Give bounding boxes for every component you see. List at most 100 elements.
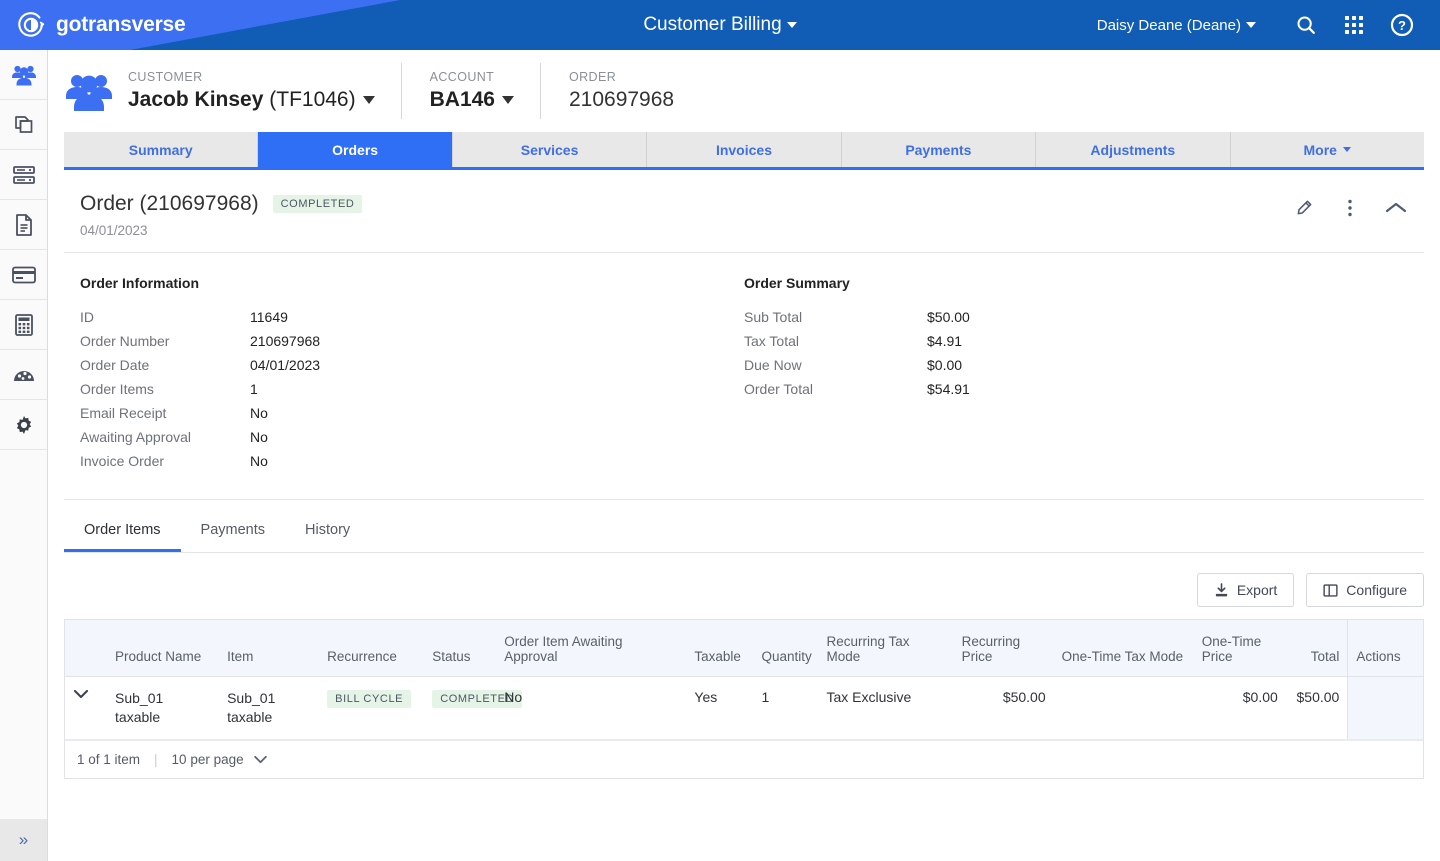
export-download-icon	[1215, 582, 1227, 596]
sidebar-item-calculator[interactable]	[0, 300, 47, 350]
col-item[interactable]: Item	[219, 620, 320, 677]
col-total[interactable]: Total	[1285, 620, 1348, 677]
col-one-time-tax-mode[interactable]: One-Time Tax Mode	[1053, 620, 1194, 677]
info-value: 1	[250, 381, 258, 397]
info-row: Email Receipt No	[80, 401, 744, 425]
subtab-order-items[interactable]: Order Items	[64, 514, 181, 552]
recurrence-badge: BILL CYCLE	[327, 689, 412, 708]
col-order-item-awaiting-approval[interactable]: Order Item Awaiting Approval	[496, 620, 687, 677]
summary-row: Tax Total $4.91	[744, 329, 1408, 353]
app-title-text[interactable]: Customer Billing	[643, 14, 781, 36]
servers-icon	[12, 165, 35, 184]
tab-label: Invoices	[715, 141, 772, 158]
col-one-time-price[interactable]: One-Time Price	[1193, 620, 1286, 677]
cell-total: $50.00	[1285, 676, 1348, 740]
info-key: Invoice Order	[80, 453, 165, 469]
account-selector[interactable]: ACCOUNT BA146	[402, 63, 541, 119]
tab-adjustments[interactable]: Adjustments	[1036, 132, 1231, 167]
page-title: Order (210697968)	[80, 192, 259, 215]
col-recurrence[interactable]: Recurrence	[319, 620, 425, 677]
info-row: Order Date 04/01/2023	[80, 353, 744, 377]
subtab-history[interactable]: History	[285, 514, 370, 552]
order-context: ORDER 210697968	[541, 70, 700, 112]
export-button[interactable]: Export	[1196, 573, 1295, 607]
configure-button[interactable]: Configure	[1306, 573, 1424, 607]
cell-one-time-tax-mode	[1053, 676, 1194, 740]
tab-payments[interactable]: Payments	[841, 132, 1037, 167]
cell-awaiting-approval: No	[496, 676, 687, 740]
sidebar-item-servers[interactable]	[0, 150, 47, 200]
dashboard-icon	[13, 370, 34, 381]
summary-row: Sub Total $50.00	[744, 305, 1408, 329]
order-action-buttons	[1292, 192, 1408, 220]
customer-name: Jacob Kinsey	[128, 88, 264, 111]
tab-label: Adjustments	[1090, 141, 1176, 158]
apps-grid-icon[interactable]	[1330, 0, 1378, 50]
help-icon[interactable]: ?	[1378, 0, 1426, 50]
chevron-down-icon	[253, 755, 267, 763]
col-recurring-tax-mode[interactable]: Recurring Tax Mode	[818, 620, 954, 677]
order-information-block: Order Information ID 11649 Order Number 21…	[80, 275, 744, 473]
col-expand	[65, 620, 108, 677]
double-chevron-right-icon: »	[18, 830, 29, 849]
section-title: Order Information	[80, 275, 200, 291]
cell-status: COMPLETED	[424, 676, 523, 740]
customer-selector[interactable]: CUSTOMER Jacob Kinsey (TF1046)	[128, 63, 402, 119]
order-label: ORDER	[568, 70, 617, 84]
cell-taxable: Yes	[686, 676, 754, 740]
sidebar-item-customers[interactable]	[0, 50, 47, 100]
tab-more[interactable]: More	[1230, 132, 1424, 167]
top-bar-actions: Daisy Deane (Deane) ?	[1097, 0, 1426, 50]
per-page-selector[interactable]: 10 per page	[172, 752, 268, 767]
customers-icon	[11, 65, 36, 85]
sidebar-item-dashboard[interactable]	[0, 350, 47, 400]
cell-item: Sub_01 taxable	[219, 676, 320, 740]
rail-expand-button[interactable]: »	[0, 819, 47, 861]
sidebar-item-products[interactable]	[0, 100, 47, 150]
more-vertical-icon[interactable]	[1338, 196, 1362, 220]
chevron-down-icon[interactable]	[786, 22, 797, 28]
info-row: Order Items 1	[80, 377, 744, 401]
col-taxable[interactable]: Taxable	[686, 620, 754, 677]
col-quantity[interactable]: Quantity	[753, 620, 819, 677]
order-summary-block: Order Summary Sub Total $50.00 Tax Total $…	[744, 275, 1408, 473]
col-product-name[interactable]: Product Name	[107, 620, 220, 677]
edit-pencil-icon[interactable]	[1292, 196, 1316, 220]
account-value-wrap: BA146	[430, 88, 514, 112]
chevron-down-icon[interactable]	[501, 96, 514, 104]
secondary-tabs: Order Items Payments History	[64, 500, 1424, 553]
row-expand-toggle[interactable]	[65, 676, 108, 740]
table-row[interactable]: Sub_01 taxable Sub_01 taxable BILL CYCLE…	[65, 676, 1423, 740]
sidebar-item-billing[interactable]	[0, 250, 47, 300]
tab-label: Payments	[905, 141, 972, 158]
tab-orders[interactable]: Orders	[258, 132, 453, 167]
brand-name: gotransverse	[56, 13, 186, 36]
tab-invoices[interactable]: Invoices	[647, 132, 842, 167]
sidebar-item-settings[interactable]	[0, 400, 47, 450]
sidebar-item-documents[interactable]	[0, 200, 47, 250]
info-row: Invoice Order No	[80, 449, 744, 473]
brand-logo[interactable]: gotransverse	[16, 0, 186, 50]
col-status[interactable]: Status	[424, 620, 497, 677]
info-value: 210697968	[250, 333, 321, 349]
collapse-chevron-icon[interactable]	[1384, 196, 1408, 220]
order-date-subtitle: 04/01/2023	[80, 223, 148, 238]
chevron-down-icon	[1342, 147, 1351, 152]
calculator-icon	[14, 313, 33, 336]
cell-actions[interactable]	[1347, 676, 1423, 740]
subtab-payments[interactable]: Payments	[181, 514, 285, 552]
search-icon[interactable]	[1282, 0, 1330, 50]
tab-summary[interactable]: Summary	[64, 132, 259, 167]
left-nav-rail: »	[0, 50, 48, 861]
info-row: Order Number 210697968	[80, 329, 744, 353]
chevron-down-icon[interactable]	[362, 96, 375, 104]
cell-text: Sub_01 taxable	[227, 689, 276, 725]
col-recurring-price[interactable]: Recurring Price	[953, 620, 1054, 677]
columns-configure-icon	[1323, 583, 1338, 597]
user-menu[interactable]: Daisy Deane (Deane)	[1097, 17, 1256, 34]
cell-product-name: Sub_01 taxable	[107, 676, 220, 740]
tab-services[interactable]: Services	[452, 132, 648, 167]
cell-text: Sub_01 taxable	[115, 689, 164, 725]
summary-value: $4.91	[927, 333, 963, 349]
info-key: Email Receipt	[80, 405, 167, 421]
